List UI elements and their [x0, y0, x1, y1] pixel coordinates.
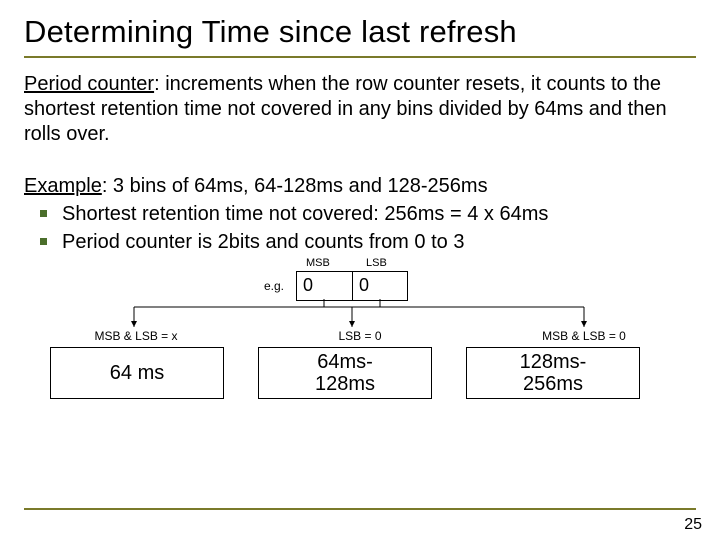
example-intro: : 3 bins of 64ms, 64-128ms and 128-256ms [102, 175, 488, 197]
counter-diagram: MSB LSB e.g. 0 0 MSB & LSB = x LSB [24, 257, 696, 427]
period-counter-label: Period counter [24, 73, 154, 95]
example-label: Example [24, 175, 102, 197]
eg-label: e.g. [264, 279, 284, 293]
lsb-label: LSB [366, 257, 387, 269]
bit-lsb: 0 [352, 272, 407, 300]
bit-msb: 0 [297, 272, 352, 300]
condition-row: MSB & LSB = x LSB = 0 MSB & LSB = 0 [24, 329, 696, 343]
counter-bits: 0 0 [296, 271, 408, 301]
condition-text: LSB = 0 [248, 329, 472, 343]
bin-box: 64 ms [50, 347, 224, 399]
bin-box: 128ms-256ms [466, 347, 640, 399]
title-divider [24, 56, 696, 58]
bin-box: 64ms-128ms [258, 347, 432, 399]
example-bullet: Period counter is 2bits and counts from … [24, 229, 696, 255]
bottom-divider [24, 508, 696, 510]
condition-text: MSB & LSB = 0 [472, 329, 696, 343]
bin-row: 64 ms 64ms-128ms 128ms-256ms [50, 347, 640, 399]
condition-text: MSB & LSB = x [24, 329, 248, 343]
page-number: 25 [684, 516, 702, 534]
slide-title: Determining Time since last refresh [24, 14, 696, 50]
example-block: Example: 3 bins of 64ms, 64-128ms and 12… [24, 173, 696, 255]
period-counter-paragraph: Period counter: increments when the row … [24, 72, 696, 147]
example-bullet: Shortest retention time not covered: 256… [24, 201, 696, 227]
msb-label: MSB [306, 257, 330, 269]
